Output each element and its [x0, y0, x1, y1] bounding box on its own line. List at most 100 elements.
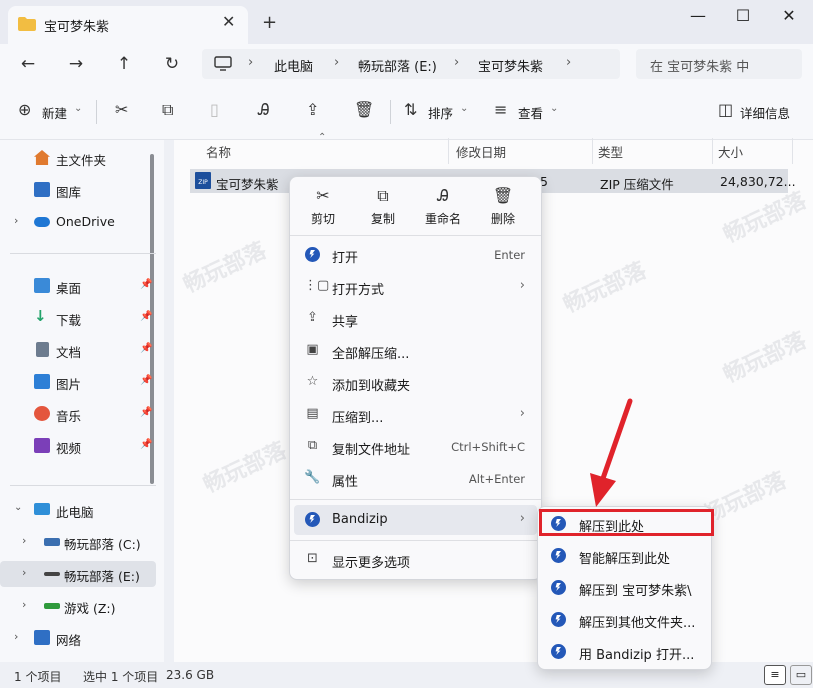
sidebar-item-drive-z[interactable]: › 游戏 (Z:): [0, 593, 156, 619]
wrench-icon: 🔧: [304, 470, 321, 485]
menu-item-add-favorites[interactable]: ☆ 添加到收藏夹: [294, 368, 537, 398]
menu-item-copy-path[interactable]: ⧉ 复制文件地址 Ctrl+Shift+C: [294, 432, 537, 462]
new-tab-button[interactable]: +: [262, 12, 277, 33]
delete-action[interactable]: 🗑 删除: [478, 186, 528, 232]
expand-icon[interactable]: ›: [22, 598, 26, 611]
toolbar-divider: [390, 100, 391, 124]
menu-item-properties[interactable]: 🔧 属性 Alt+Enter: [294, 464, 537, 494]
maximize-button[interactable]: ☐: [728, 6, 758, 25]
sidebar-item-videos[interactable]: 视频 📌: [0, 433, 156, 459]
menu-item-open-with[interactable]: ⋮▢ 打开方式 ›: [294, 272, 537, 302]
breadcrumb-this-pc[interactable]: 此电脑: [274, 56, 313, 75]
pc-icon: [34, 503, 50, 515]
sidebar-item-home[interactable]: 主文件夹: [0, 145, 156, 171]
copy-action[interactable]: ⧉ 复制: [358, 186, 408, 232]
home-icon: [34, 150, 50, 165]
download-icon: ↓: [34, 307, 47, 325]
up-button[interactable]: ↑: [112, 54, 136, 76]
submenu-smart-extract[interactable]: 智能解压到此处: [541, 540, 708, 570]
sidebar-item-desktop[interactable]: 桌面 📌: [0, 273, 156, 299]
breadcrumb-separator: ›: [334, 55, 340, 70]
sidebar-item-gallery[interactable]: 图库: [0, 177, 156, 203]
menu-item-open[interactable]: 打开 Enter: [294, 240, 537, 270]
column-header-type[interactable]: 类型: [598, 142, 623, 161]
sidebar-item-pictures[interactable]: 图片 📌: [0, 369, 156, 395]
sidebar-item-music[interactable]: 音乐 📌: [0, 401, 156, 427]
collapse-icon[interactable]: ⌄: [14, 502, 22, 513]
delete-icon[interactable]: 🗑: [354, 100, 374, 119]
expand-icon[interactable]: ›: [22, 566, 26, 579]
rename-icon[interactable]: Ꭿ: [258, 100, 270, 120]
bandizip-icon: [551, 580, 566, 595]
details-pane-icon: ◫: [718, 100, 734, 119]
sort-button[interactable]: 排序: [428, 103, 453, 122]
open-with-icon: ⋮▢: [304, 278, 330, 293]
sidebar-item-drive-c[interactable]: › 畅玩部落 (C:): [0, 529, 156, 555]
menu-item-compress-to[interactable]: ▤ 压缩到... ›: [294, 400, 537, 430]
cut-action[interactable]: ✂ 剪切: [298, 186, 348, 232]
menu-item-more-options[interactable]: ⊡ 显示更多选项: [294, 545, 537, 575]
submenu-extract-to-folder[interactable]: 解压到 宝可梦朱紫\: [541, 572, 708, 602]
view-button[interactable]: 查看: [518, 103, 543, 122]
share-icon[interactable]: ⇪: [306, 100, 319, 119]
forward-button[interactable]: →: [64, 54, 88, 76]
bandizip-icon: [304, 247, 321, 264]
add-icon: ⊕: [18, 100, 32, 119]
tiles-view-icon[interactable]: ▭: [790, 665, 812, 685]
drive-icon: [44, 572, 60, 576]
annotation-arrow: [590, 398, 633, 507]
sidebar-item-documents[interactable]: 文档 📌: [0, 337, 156, 363]
refresh-button[interactable]: ↻: [160, 54, 184, 76]
cut-icon[interactable]: ✂: [115, 100, 128, 119]
file-type: ZIP 压缩文件: [600, 177, 674, 192]
sort-icon: ⇅: [404, 100, 418, 119]
sidebar-item-downloads[interactable]: ↓ 下载 📌: [0, 305, 156, 331]
column-divider[interactable]: [792, 138, 793, 164]
sidebar-item-drive-e[interactable]: › 畅玩部落 (E:): [0, 561, 156, 587]
menu-divider: [290, 499, 541, 500]
breadcrumb-drive-e[interactable]: 畅玩部落 (E:): [358, 56, 437, 75]
column-header-size[interactable]: 大小: [718, 142, 743, 161]
file-name: 宝可梦朱紫: [216, 177, 279, 192]
submenu-extract-other[interactable]: 解压到其他文件夹...: [541, 604, 708, 634]
toolbar-divider: [96, 100, 97, 124]
pin-icon: 📌: [140, 439, 153, 450]
sidebar-item-this-pc[interactable]: ⌄ 此电脑: [0, 497, 156, 523]
tab-active[interactable]: 宝可梦朱紫 ✕: [8, 6, 248, 44]
sidebar-item-onedrive[interactable]: › OneDrive: [0, 209, 156, 235]
share-icon: ⇪: [307, 310, 318, 325]
column-header-date[interactable]: 修改日期: [456, 142, 506, 161]
pc-icon: [214, 56, 232, 71]
breadcrumb-separator: ›: [248, 55, 254, 70]
menu-item-share[interactable]: ⇪ 共享: [294, 304, 537, 334]
pin-icon: 📌: [140, 311, 153, 322]
menu-item-bandizip[interactable]: Bandizip ›: [294, 505, 537, 535]
column-divider[interactable]: [592, 138, 593, 164]
cloud-icon: [34, 217, 50, 227]
rename-action[interactable]: Ꭿ 重命名: [418, 186, 468, 232]
menu-item-extract-all[interactable]: ▣ 全部解压缩...: [294, 336, 537, 366]
more-options-icon: ⊡: [307, 551, 318, 566]
column-divider[interactable]: [448, 138, 449, 164]
column-header-name[interactable]: 名称: [206, 142, 231, 161]
copy-icon[interactable]: ⧉: [162, 100, 173, 120]
video-icon: [34, 438, 50, 453]
close-tab-icon[interactable]: ✕: [222, 12, 235, 31]
new-button[interactable]: 新建: [42, 103, 67, 122]
expand-icon[interactable]: ›: [22, 534, 26, 547]
expand-icon[interactable]: ›: [14, 630, 18, 643]
submenu-open-with-bandizip[interactable]: 用 Bandizip 打开...: [541, 636, 708, 666]
breadcrumb-folder[interactable]: 宝可梦朱紫: [478, 56, 543, 75]
back-button[interactable]: ←: [16, 54, 40, 76]
sidebar-item-network[interactable]: › 网络: [0, 625, 156, 651]
details-view-icon[interactable]: ≡: [764, 665, 786, 685]
minimize-button[interactable]: —: [683, 6, 713, 25]
search-input[interactable]: 在 宝可梦朱紫 中: [636, 49, 802, 79]
details-button[interactable]: 详细信息: [740, 103, 790, 122]
close-window-button[interactable]: ✕: [774, 6, 804, 25]
paste-icon[interactable]: ▯: [210, 100, 219, 119]
delete-icon: 🗑: [492, 186, 514, 205]
address-bar[interactable]: › 此电脑 › 畅玩部落 (E:) › 宝可梦朱紫 ›: [202, 49, 620, 79]
column-divider[interactable]: [712, 138, 713, 164]
expand-icon[interactable]: ›: [14, 214, 18, 227]
